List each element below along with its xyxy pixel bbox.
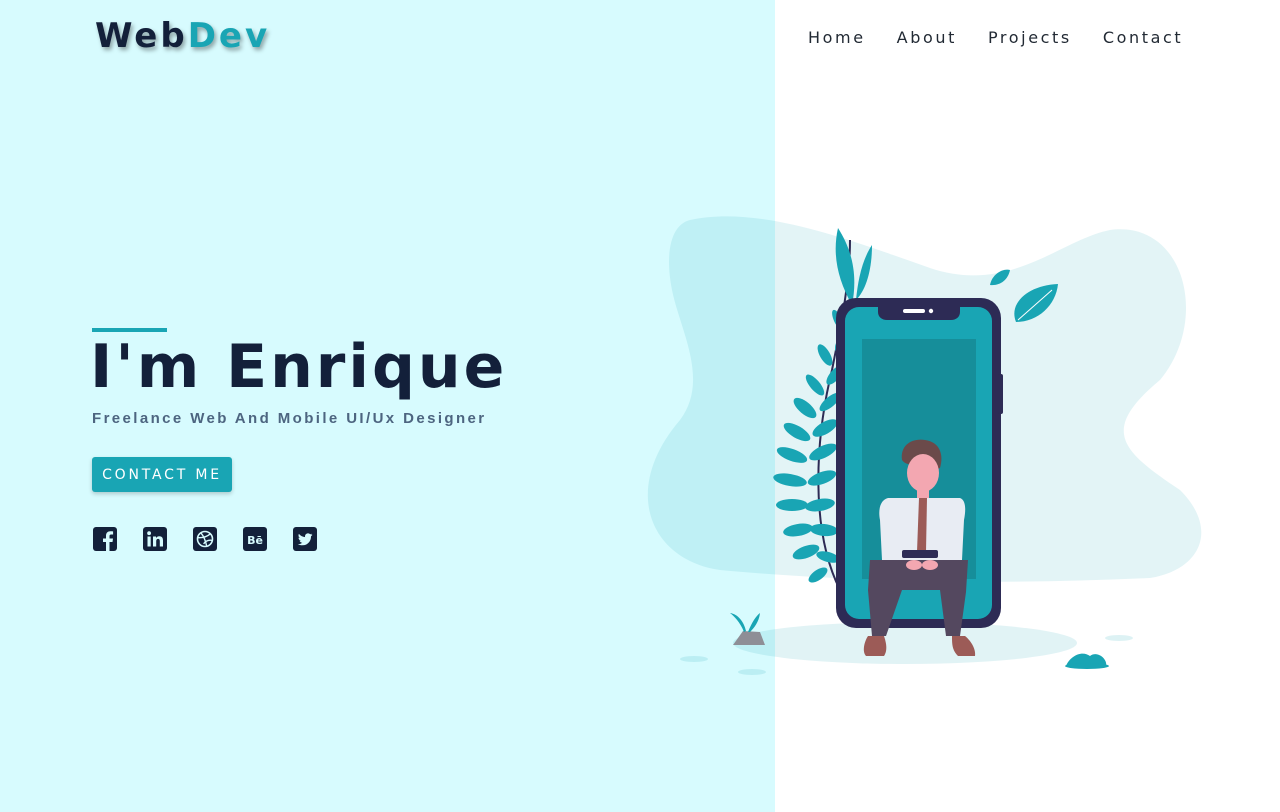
- behance-icon[interactable]: Bē: [243, 527, 267, 551]
- floor-shadow: [733, 622, 1077, 664]
- twitter-icon[interactable]: [293, 527, 317, 551]
- floor-dash: [738, 669, 766, 675]
- ground-plant-base: [1065, 663, 1109, 669]
- contact-me-button[interactable]: CONTACT ME: [92, 457, 232, 492]
- hero-illustration: [647, 216, 1202, 675]
- linkedin-icon[interactable]: [143, 527, 167, 551]
- hero-title: I'm Enrique: [90, 332, 508, 402]
- floor-dash: [1105, 635, 1133, 641]
- rock-sprout: [730, 613, 760, 632]
- main-nav: Home About Projects Contact: [808, 28, 1183, 47]
- nav-home[interactable]: Home: [808, 28, 866, 47]
- nav-contact[interactable]: Contact: [1103, 28, 1183, 47]
- logo-dev-text: Dev: [187, 16, 271, 56]
- nav-about[interactable]: About: [897, 28, 957, 47]
- social-links: Bē: [93, 527, 317, 551]
- svg-text:Bē: Bē: [247, 534, 263, 547]
- rock: [733, 631, 765, 645]
- phone-camera: [928, 308, 934, 314]
- logo-web-text: Web: [95, 16, 188, 56]
- logo[interactable]: WebDev: [95, 16, 270, 56]
- phone-speaker: [903, 309, 925, 313]
- facebook-icon[interactable]: [93, 527, 117, 551]
- phone-side-button: [998, 374, 1003, 414]
- floor-dash: [680, 656, 708, 662]
- dribbble-icon[interactable]: [193, 527, 217, 551]
- nav-projects[interactable]: Projects: [988, 28, 1072, 47]
- hero-subtitle: Freelance Web And Mobile UI/Ux Designer: [92, 410, 487, 427]
